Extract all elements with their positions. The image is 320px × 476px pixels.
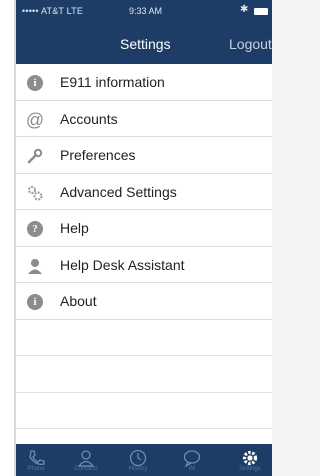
clock-icon bbox=[122, 448, 154, 468]
tab-label: History bbox=[128, 466, 148, 472]
page-title: Settings bbox=[120, 36, 171, 52]
left-edge-panel bbox=[0, 0, 16, 476]
gear-icon bbox=[234, 448, 266, 468]
battery-icon bbox=[254, 8, 268, 15]
phone-icon bbox=[20, 448, 52, 468]
tab-im[interactable]: IM bbox=[176, 448, 208, 476]
menu-item-label: Help bbox=[60, 220, 89, 236]
info-icon: i bbox=[26, 74, 44, 92]
top-bar: ••••• AT&T LTE 9:33 AM ✱ Settings Logout bbox=[16, 0, 272, 64]
tab-history[interactable]: History bbox=[122, 448, 154, 476]
menu-item-help-desk-assistant[interactable]: Help Desk Assistant bbox=[16, 247, 272, 283]
menu-item-e911[interactable]: i E911 information bbox=[16, 64, 272, 101]
settings-list: i E911 information @ Accounts Preference… bbox=[16, 64, 272, 444]
info-icon: i bbox=[26, 293, 44, 311]
help-icon: ? bbox=[26, 220, 44, 238]
tab-label: Contacts bbox=[74, 466, 98, 472]
empty-row bbox=[16, 356, 272, 393]
at-icon: @ bbox=[25, 109, 45, 130]
tab-phone[interactable]: Phone bbox=[20, 448, 52, 476]
menu-item-preferences[interactable]: Preferences bbox=[16, 137, 272, 174]
menu-item-accounts[interactable]: @ Accounts bbox=[16, 101, 272, 137]
tab-contacts[interactable]: Contacts bbox=[70, 448, 102, 476]
menu-item-label: Preferences bbox=[60, 147, 136, 163]
menu-item-label: Accounts bbox=[60, 110, 118, 127]
tab-bar: Phone Contacts History IM Settings bbox=[16, 444, 272, 476]
menu-item-advanced-settings[interactable]: Advanced Settings bbox=[16, 174, 272, 210]
status-time: 9:33 AM bbox=[129, 6, 163, 16]
tab-label: Settings bbox=[239, 466, 261, 472]
gears-icon bbox=[26, 184, 44, 202]
status-bar: ••••• AT&T LTE 9:33 AM ✱ bbox=[16, 0, 272, 20]
contacts-icon bbox=[70, 448, 102, 468]
logout-button[interactable]: Logout bbox=[229, 36, 272, 52]
chat-icon bbox=[176, 448, 208, 468]
empty-row bbox=[16, 393, 272, 429]
tab-label: Phone bbox=[27, 466, 45, 472]
menu-item-help[interactable]: ? Help bbox=[16, 210, 272, 247]
carrier-label: ••••• AT&T LTE bbox=[22, 6, 84, 16]
menu-item-label: Help Desk Assistant bbox=[60, 256, 185, 273]
bluetooth-icon: ✱ bbox=[240, 4, 249, 15]
menu-item-about[interactable]: i About bbox=[16, 283, 272, 320]
tab-settings[interactable]: Settings bbox=[234, 448, 266, 476]
empty-row bbox=[16, 320, 272, 356]
tab-label: IM bbox=[188, 466, 196, 472]
menu-item-label: About bbox=[60, 293, 97, 309]
wrench-icon bbox=[26, 147, 44, 165]
menu-item-label: E911 information bbox=[60, 74, 165, 90]
menu-item-label: Advanced Settings bbox=[60, 183, 177, 200]
person-icon bbox=[26, 257, 44, 275]
